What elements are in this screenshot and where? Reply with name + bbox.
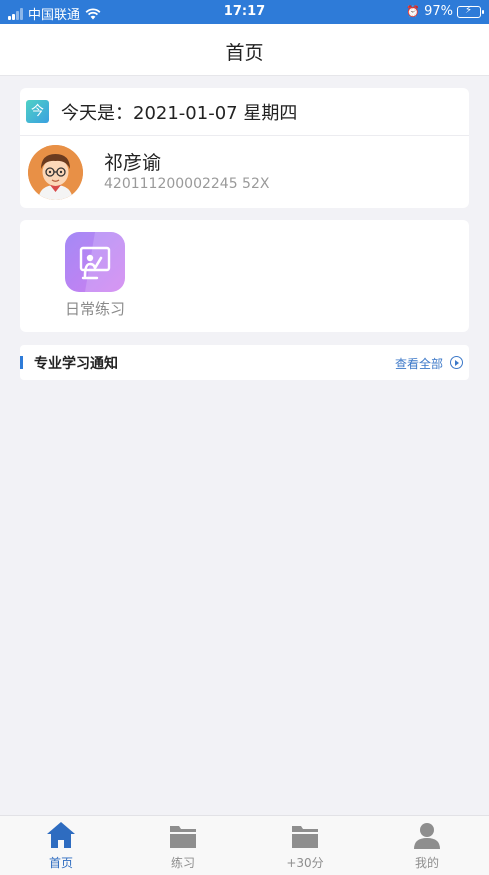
home-icon xyxy=(47,822,75,848)
page-title: 首页 xyxy=(225,42,264,64)
today-date: 今天是：2021-01-07 星期四 xyxy=(61,103,298,124)
user-name: 祁彦谕 xyxy=(104,152,162,174)
nav-bar: 首页 xyxy=(0,24,489,76)
tab-plus30[interactable]: +30分 xyxy=(244,816,366,875)
person-icon xyxy=(414,823,440,849)
tab-practice[interactable]: 练习 xyxy=(122,816,244,875)
tab-mine[interactable]: 我的 xyxy=(366,816,488,875)
today-icon: 今 xyxy=(26,100,49,123)
battery-icon: ⚡ xyxy=(457,5,484,18)
tab-label: +30分 xyxy=(286,856,324,870)
tab-label: 首页 xyxy=(48,856,73,870)
tab-label: 我的 xyxy=(414,856,439,870)
date-row: 今 今天是：2021-01-07 星期四 xyxy=(20,88,469,136)
user-id-number: 420111200002245 52X xyxy=(104,176,270,192)
folder-icon xyxy=(170,826,196,848)
avatar-cartoon-icon xyxy=(28,145,83,200)
notice-header: 专业学习通知 查看全部 xyxy=(20,345,469,380)
folder-icon xyxy=(292,826,318,848)
chevron-right-circle-icon[interactable] xyxy=(450,356,463,369)
user-card: 今 今天是：2021-01-07 星期四 祁彦谕 420111200002245… xyxy=(20,88,469,208)
app-label: 日常练习 xyxy=(64,300,125,318)
apps-card: 日常练习 xyxy=(20,220,469,332)
avatar[interactable] xyxy=(28,145,83,200)
view-all-link[interactable]: 查看全部 xyxy=(395,355,443,372)
app-daily-practice[interactable]: 日常练习 xyxy=(62,232,128,318)
status-right: ⏰ 97% ⚡ xyxy=(406,4,484,19)
battery-percent: 97% xyxy=(424,4,453,19)
section-accent-bar xyxy=(20,356,23,369)
status-bar: 中国联通 17:17 ⏰ 97% ⚡ xyxy=(0,0,489,24)
alarm-icon: ⏰ xyxy=(406,5,421,18)
tab-label: 练习 xyxy=(170,856,195,870)
tab-home[interactable]: 首页 xyxy=(0,816,122,875)
whiteboard-icon xyxy=(65,232,125,292)
notice-title: 专业学习通知 xyxy=(34,356,118,372)
tab-bar: 首页 练习 +30分 我的 xyxy=(0,815,489,875)
